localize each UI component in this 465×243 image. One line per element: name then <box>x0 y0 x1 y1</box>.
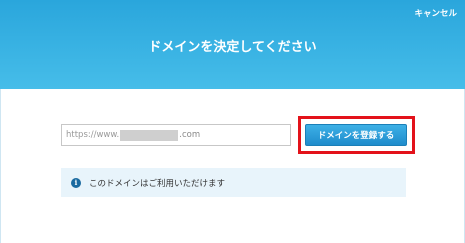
availability-info-box: i このドメインはご利用いただけます <box>61 168 406 197</box>
info-icon: i <box>71 177 81 188</box>
url-suffix: .com <box>179 130 201 140</box>
masked-domain-name <box>120 129 179 141</box>
availability-message: このドメインはご利用いただけます <box>89 178 226 189</box>
header-banner: キャンセル ドメインを決定してください <box>0 0 465 89</box>
register-domain-button[interactable]: ドメインを登録する <box>305 124 407 146</box>
page-title: ドメインを決定してください <box>148 40 317 55</box>
cancel-link[interactable]: キャンセル <box>414 7 457 19</box>
url-prefix: https://www. <box>66 130 120 140</box>
content-panel <box>0 89 465 243</box>
domain-url-field[interactable]: https://www. .com <box>61 124 291 146</box>
